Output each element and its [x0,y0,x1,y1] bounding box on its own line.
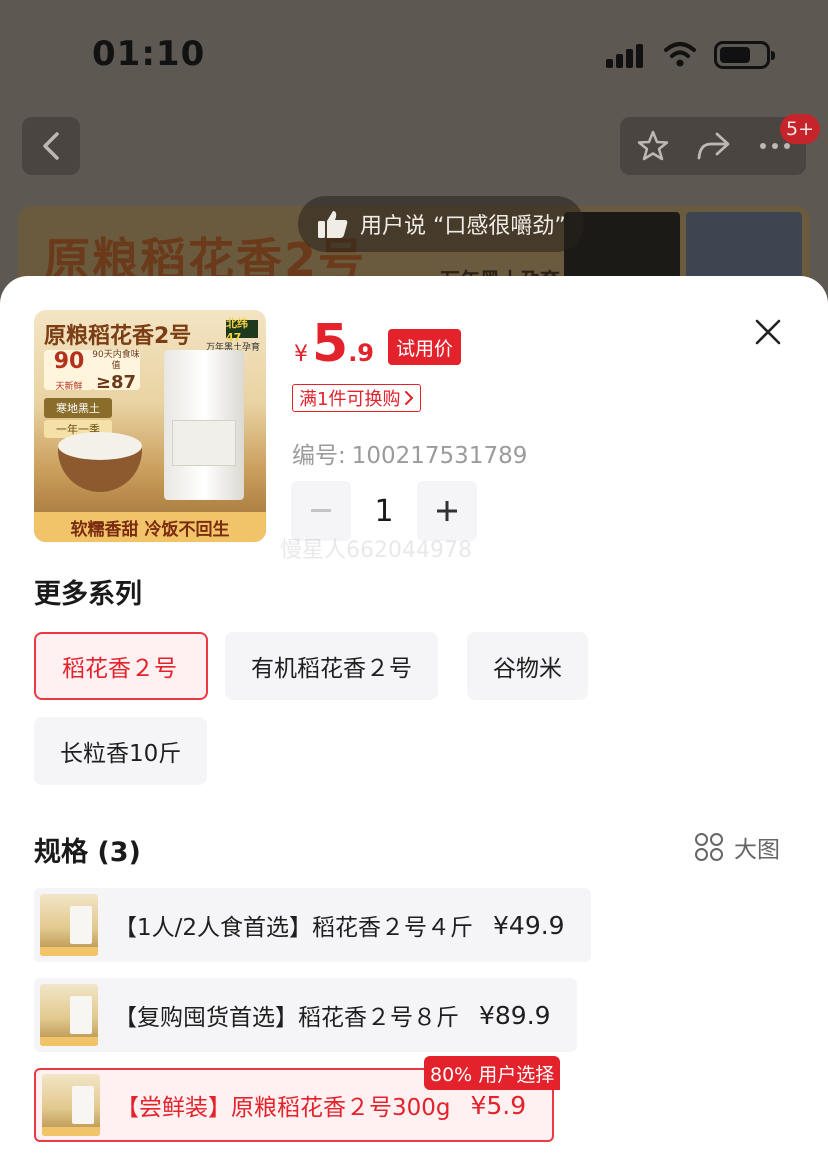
spec-price: ¥49.9 [493,910,565,940]
status-bar: 01:10 [0,0,828,100]
brand-logo: 北纬47 [226,317,258,344]
back-button[interactable] [22,117,80,175]
series-option[interactable]: 长粒香10斤 [34,717,208,785]
spec-name: 【复购囤货首选】稻花香２号８斤 [114,1005,459,1031]
share-icon [697,132,730,160]
sku-number: 编号: 100217531789 [292,436,527,470]
more-dots-icon [760,143,790,149]
specs-title: 规格 (3) [34,837,141,868]
thumbs-up-icon [318,211,348,238]
spec-thumbnail [40,984,98,1046]
feature-tag: 寒地黑土 [44,398,112,418]
sku-value: 100217531789 [351,443,528,469]
status-time: 01:10 [92,34,206,74]
testimonial-text: 用户说 “口感很嚼劲” [360,214,566,239]
freshness-badge: 90 天新鲜 [44,350,94,392]
rice-bag-illustration [164,350,244,500]
big-view-label: 大图 [734,837,780,863]
spec-price: ¥89.9 [479,1000,551,1030]
grid-icon [695,833,723,861]
exchange-promo-link[interactable]: 满1件可换购 [292,384,422,412]
favorite-button[interactable] [622,117,684,175]
taste-score-badge: 90天内食味值 ≥87 [92,350,140,393]
sku-selector-sheet: 原粮稻花香2号 北纬47 万年黑土孕育 90 天新鲜 90天内食味值 ≥87 寒地黑… [0,276,828,1159]
user-watermark: 慢星人662044978 [280,538,472,563]
plus-icon [437,501,457,521]
top-actions [620,117,806,175]
spec-name: 【1人/2人食首选】稻花香２号４斤 [114,915,474,941]
close-button[interactable] [750,314,786,350]
series-option[interactable]: 有机稻花香２号 [225,632,438,700]
series-option-selected[interactable]: 稻花香２号 [34,632,208,700]
wifi-icon [664,40,696,68]
spec-thumbnail [40,894,98,956]
product-image-title: 原粮稻花香2号 [44,324,192,349]
promo-text: 满1件可换购 [299,389,401,410]
popular-choice-tag: 80% 用户选择 [424,1056,561,1090]
quantity-value[interactable]: 1 [351,494,417,529]
price: ¥ 5 .9 [294,316,374,372]
big-view-toggle[interactable]: 大图 [694,830,780,864]
testimonial-pill: 用户说 “口感很嚼劲” [298,196,584,252]
chevron-left-icon [43,132,59,160]
rice-bowl-illustration [58,432,142,492]
series-option[interactable]: 谷物米 [467,632,588,700]
sku-label: 编号: [292,443,346,469]
battery-icon [714,41,775,69]
share-button[interactable] [682,117,744,175]
product-image-slogan: 软糯香甜 冷饭不回生 [34,512,266,542]
notification-badge: 5+ [780,114,821,144]
spec-option[interactable]: 【复购囤货首选】稻花香２号８斤 ¥89.9 [34,978,577,1052]
minus-icon [311,509,331,512]
trial-price-tag: 试用价 [388,329,462,365]
close-icon [755,319,781,345]
chevron-right-icon [405,391,414,405]
price-integer: 5 [312,314,349,374]
spec-price: ¥5.9 [470,1090,527,1120]
product-image[interactable]: 原粮稻花香2号 北纬47 万年黑土孕育 90 天新鲜 90天内食味值 ≥87 寒地黑… [34,310,266,542]
price-decimal: .9 [348,339,375,367]
currency-symbol: ¥ [294,342,308,367]
spec-name: 【尝鲜装】原粮稻花香２号300g [116,1095,451,1121]
spec-thumbnail [42,1074,100,1136]
series-title: 更多系列 [34,579,142,610]
star-icon [637,130,669,161]
cellular-signal-icon [606,44,646,68]
spec-option[interactable]: 【1人/2人食首选】稻花香２号４斤 ¥49.9 [34,888,591,962]
